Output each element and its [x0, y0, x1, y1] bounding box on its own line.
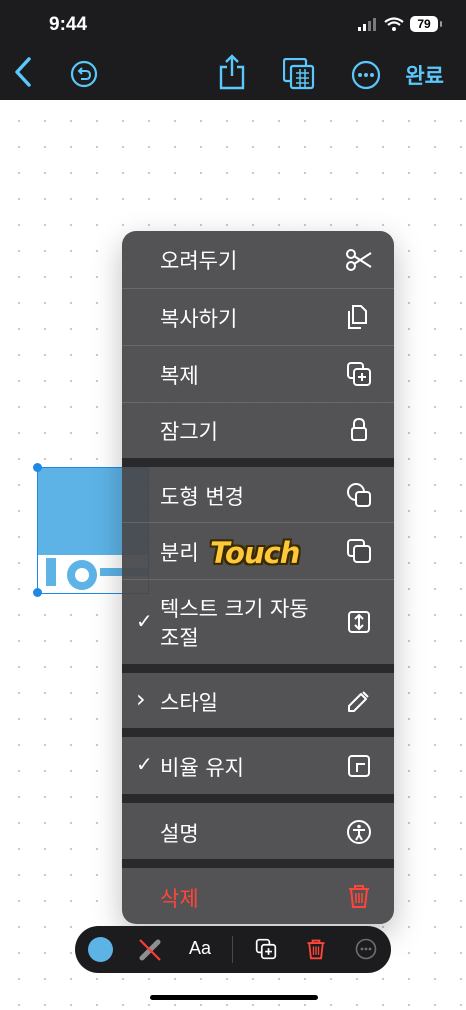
- fill-color-swatch[interactable]: [88, 937, 113, 962]
- more-icon[interactable]: [351, 60, 381, 90]
- checkmark-icon: ✓: [136, 609, 153, 633]
- menu-item-lock[interactable]: 잠그기: [122, 403, 394, 458]
- menu-group-gap: [122, 664, 394, 673]
- battery-indicator: 79: [410, 16, 442, 32]
- status-time: 9:44: [49, 14, 88, 35]
- toolbar-divider: [232, 936, 233, 963]
- view-options-icon[interactable]: [283, 58, 315, 90]
- menu-group-gap: [122, 794, 394, 803]
- lock-icon: [351, 417, 367, 441]
- menu-item-detach[interactable]: 분리 Touch: [122, 523, 394, 579]
- menu-item-label: 복사하기: [160, 307, 238, 331]
- trash-icon: [349, 885, 369, 908]
- menu-group-gap: [122, 859, 394, 868]
- checkmark-icon: ✓: [136, 752, 153, 776]
- chevron-right-icon: ›: [136, 685, 146, 713]
- menu-item-description[interactable]: 설명: [122, 803, 394, 859]
- selection-handle[interactable]: [33, 463, 42, 472]
- menu-item-constrain-proportions[interactable]: ✓ 비율 유지: [122, 737, 394, 794]
- scissors-icon: [346, 249, 372, 271]
- menu-group-gap: [122, 728, 394, 737]
- aspect-ratio-icon: [348, 755, 370, 777]
- menu-item-autosize-text[interactable]: ✓ 텍스트 크기 자동 조절: [122, 580, 394, 664]
- menu-item-style[interactable]: › 스타일: [122, 673, 394, 728]
- menu-item-copy[interactable]: 복사하기: [122, 289, 394, 345]
- stroke-none-icon[interactable]: [137, 937, 163, 963]
- home-indicator: [150, 995, 318, 1000]
- share-icon[interactable]: [218, 54, 246, 90]
- menu-item-label: 텍스트 크기 자동 조절: [160, 597, 309, 650]
- duplicate-icon: [347, 362, 371, 386]
- menu-item-label: 삭제: [160, 887, 199, 911]
- more-icon[interactable]: [355, 938, 377, 960]
- resize-vertical-icon: [348, 611, 370, 633]
- menu-item-label: 도형 변경: [160, 485, 244, 509]
- status-icons: 79: [358, 16, 442, 32]
- menu-item-delete[interactable]: 삭제: [122, 868, 394, 924]
- selection-handle[interactable]: [33, 588, 42, 597]
- menu-item-label: 설명: [160, 822, 199, 846]
- menu-item-label: 비율 유지: [160, 756, 244, 780]
- bottom-toolbar: Aa: [75, 926, 391, 973]
- done-button[interactable]: 완료: [405, 60, 444, 90]
- accessibility-icon: [347, 820, 371, 844]
- menu-item-label: 분리: [160, 541, 199, 565]
- menu-item-label: 오려두기: [160, 249, 238, 273]
- menu-item-label: 복제: [160, 364, 199, 388]
- wifi-icon: [384, 17, 404, 31]
- back-chevron-icon[interactable]: [12, 56, 34, 88]
- menu-item-duplicate[interactable]: 복제: [122, 346, 394, 402]
- menu-item-change-shape[interactable]: 도형 변경: [122, 467, 394, 522]
- detach-icon: [347, 539, 371, 563]
- top-bar: 9:44 79 완료: [0, 0, 466, 100]
- trash-icon[interactable]: [305, 937, 327, 961]
- menu-item-label: 잠그기: [160, 420, 218, 444]
- touch-indicator-overlay: Touch: [210, 536, 300, 570]
- shapes-icon: [347, 483, 371, 507]
- menu-item-label: 스타일: [160, 691, 218, 715]
- context-menu: 오려두기 복사하기 복제 잠그기 도형 변경 분리 Touch ✓ 텍스트 크기…: [122, 231, 394, 924]
- cellular-signal-icon: [358, 18, 376, 31]
- undo-icon[interactable]: [70, 60, 98, 88]
- copy-icon: [348, 305, 367, 329]
- duplicate-icon[interactable]: [255, 938, 277, 960]
- text-style-button[interactable]: Aa: [189, 938, 211, 959]
- menu-group-gap: [122, 458, 394, 467]
- menu-item-cut[interactable]: 오려두기: [122, 231, 394, 288]
- eyedropper-icon: [348, 691, 369, 712]
